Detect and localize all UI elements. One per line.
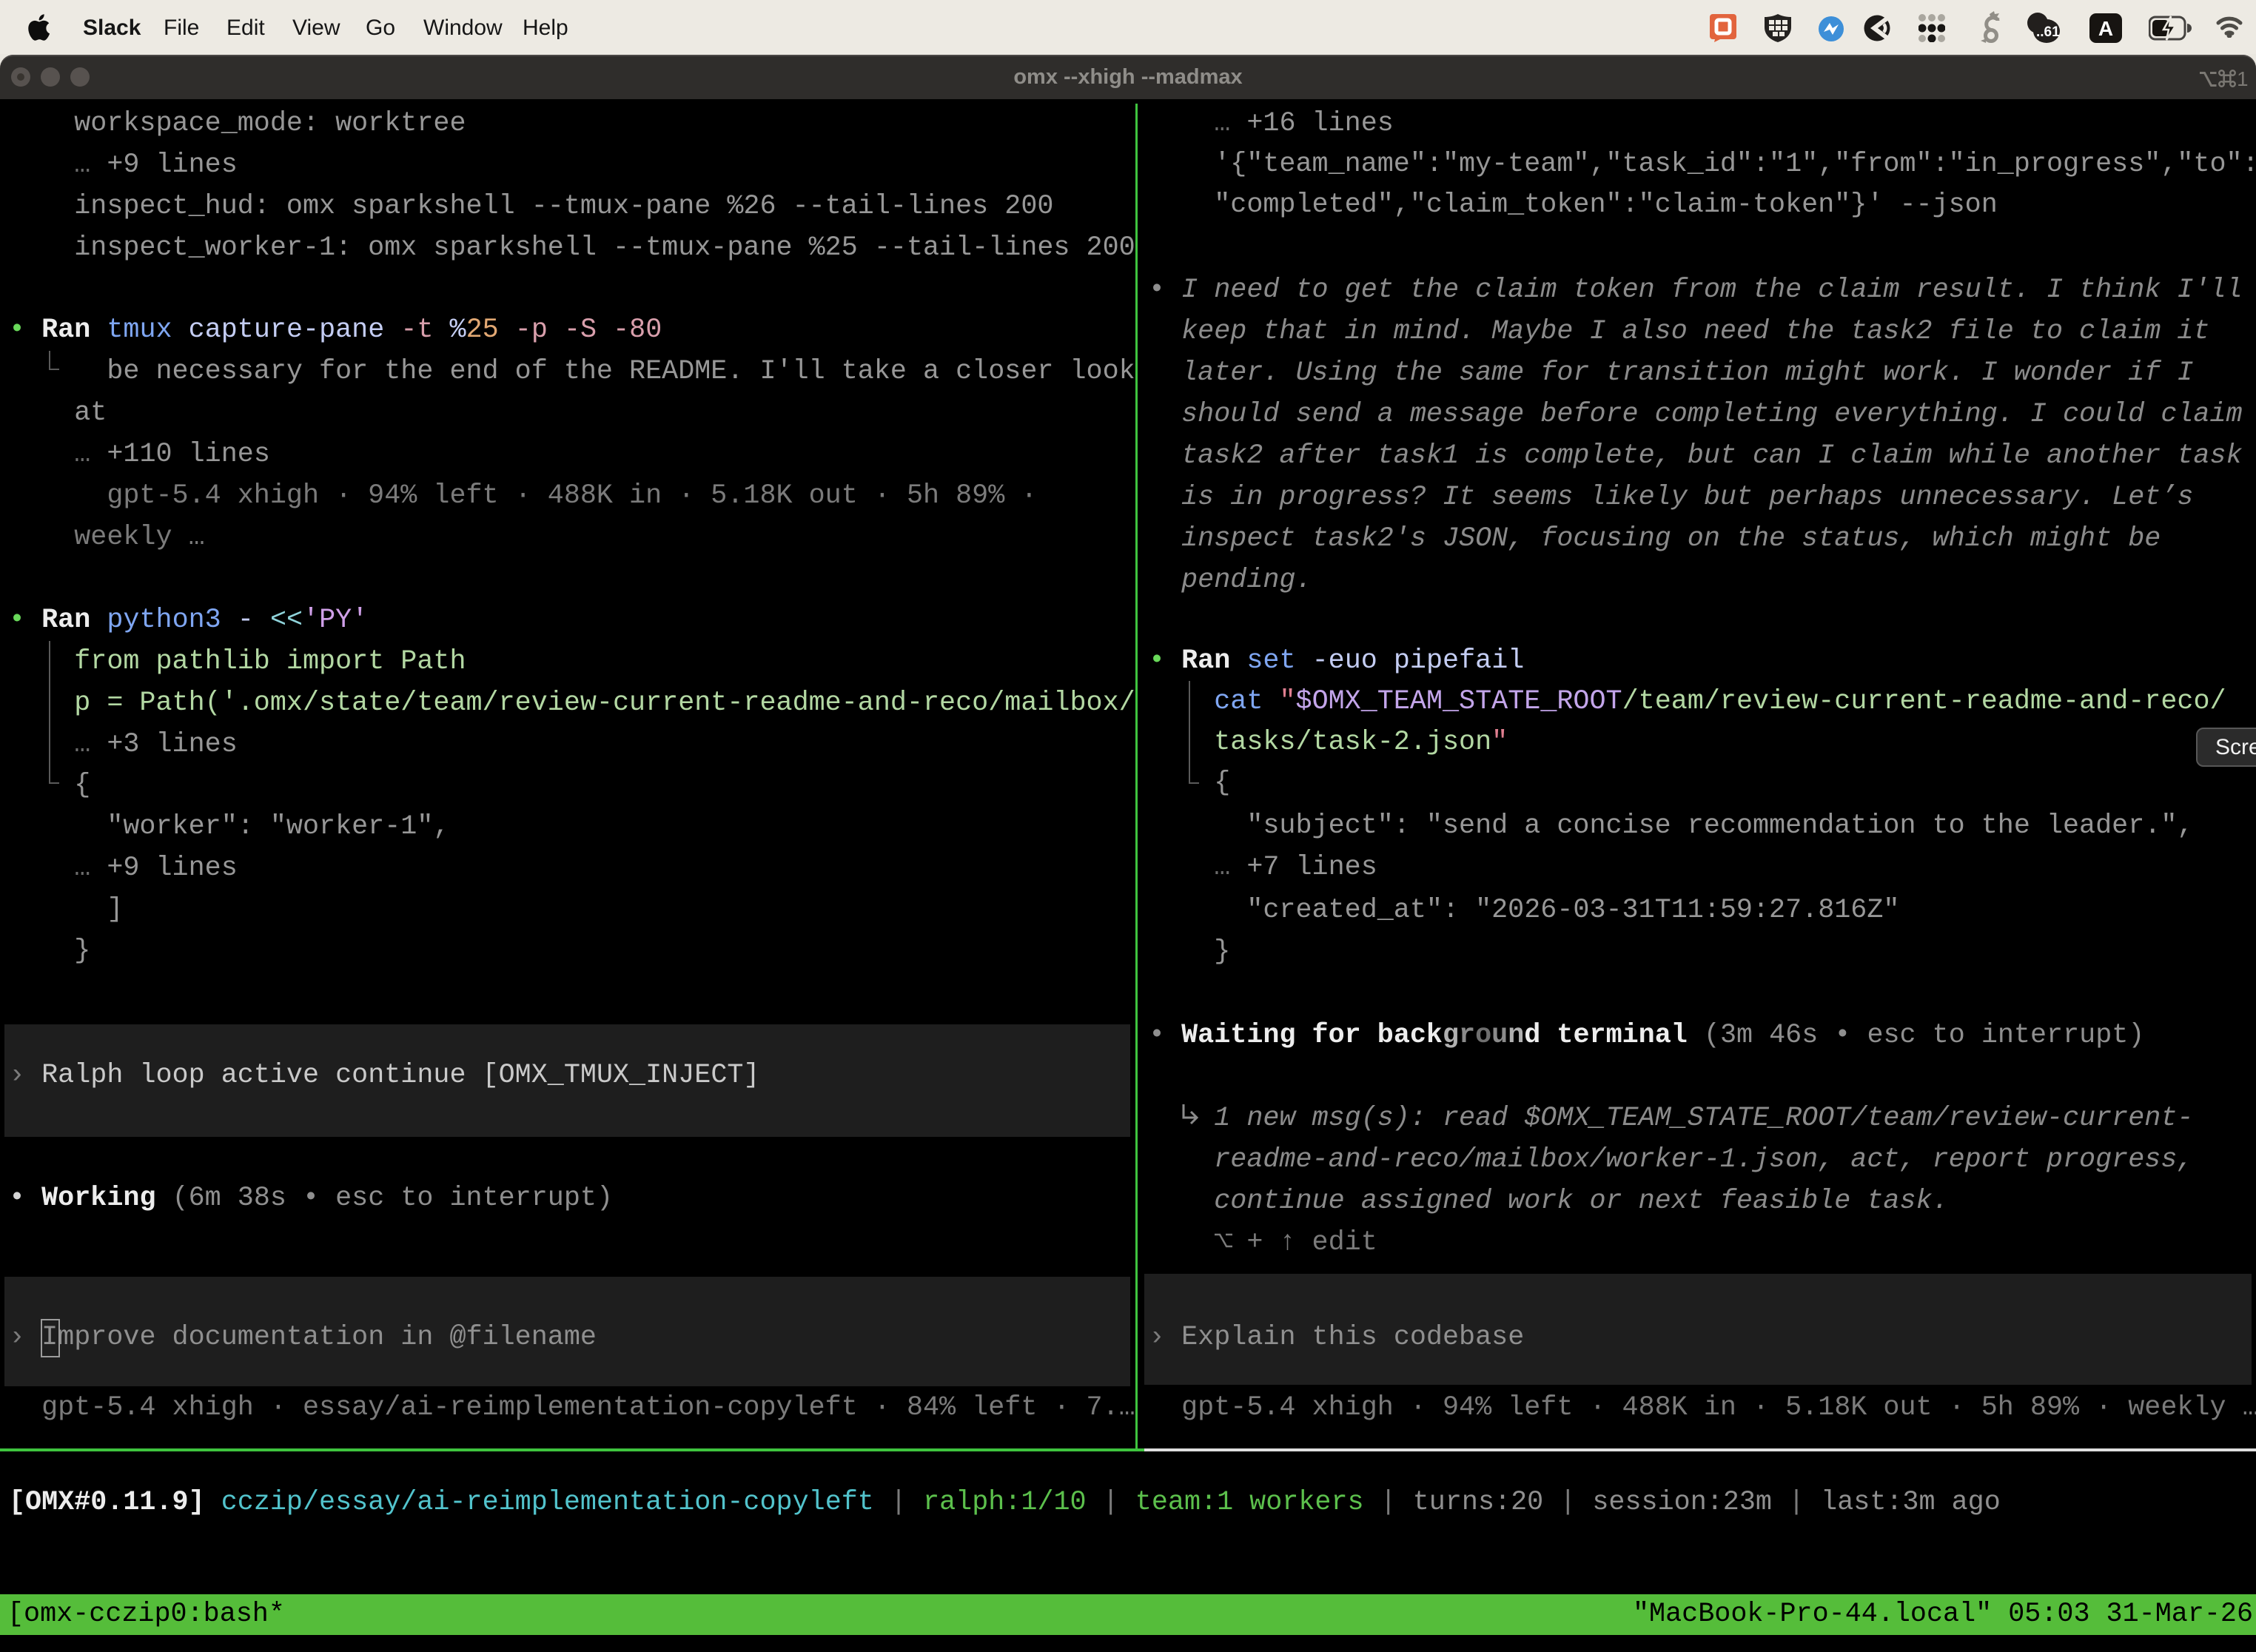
- svg-text:..61: ..61: [2036, 24, 2060, 40]
- svg-text:A: A: [2098, 17, 2113, 40]
